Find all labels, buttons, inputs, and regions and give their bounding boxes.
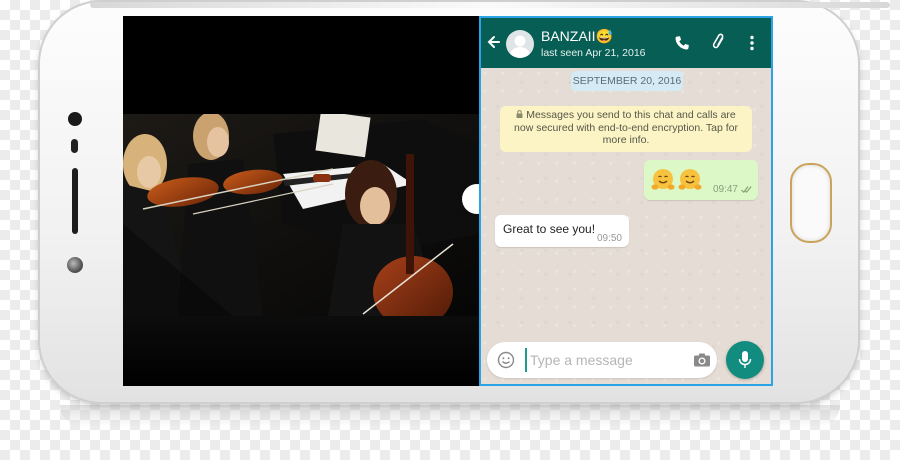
compose-bar — [487, 342, 717, 378]
date-divider: SEPTEMBER 20, 2016 — [571, 71, 683, 91]
phone-screen: BANZAII😅 last seen Apr 21, 2016 SEPTEMBE… — [123, 16, 773, 386]
paperclip-icon[interactable] — [711, 33, 729, 51]
double-check-icon — [741, 186, 752, 194]
smiley-icon[interactable] — [497, 351, 515, 369]
back-arrow-icon[interactable] — [487, 32, 501, 52]
earpiece-speaker — [72, 168, 78, 234]
phone-top-edge — [90, 2, 890, 8]
message-input[interactable] — [525, 348, 675, 372]
encryption-notice[interactable]: Messages you send to this chat and calls… — [500, 106, 752, 152]
camera-flash — [67, 257, 83, 273]
more-vert-icon[interactable] — [749, 35, 755, 51]
camera-icon[interactable] — [693, 352, 711, 368]
video-thumbnail[interactable] — [123, 114, 479, 316]
lock-icon — [516, 110, 523, 118]
message-time: 09:47 — [712, 184, 738, 195]
incoming-message[interactable]: Great to see you! 09:50 — [495, 215, 629, 247]
chat-panel: BANZAII😅 last seen Apr 21, 2016 SEPTEMBE… — [479, 16, 773, 386]
message-text: Great to see you! — [503, 222, 596, 236]
video-letterbox-bottom — [123, 316, 479, 386]
message-time: 09:50 — [596, 233, 622, 244]
phone-reflection — [60, 405, 840, 427]
mic-button[interactable] — [726, 341, 764, 379]
hugging-face-emoji — [651, 169, 675, 190]
musicians-photo — [123, 114, 479, 316]
hugging-face-emoji — [678, 169, 702, 190]
home-button[interactable] — [790, 163, 832, 243]
front-camera — [68, 112, 82, 126]
default-avatar-icon — [510, 35, 530, 58]
phone-icon[interactable] — [674, 35, 690, 51]
mic-icon — [738, 351, 752, 368]
outgoing-message[interactable]: 09:47 — [644, 160, 758, 200]
last-seen-status: last seen Apr 21, 2016 — [541, 47, 646, 59]
video-panel — [123, 16, 479, 386]
encryption-notice-text: Messages you send to this chat and calls… — [514, 109, 738, 146]
contact-name[interactable]: BANZAII😅 — [541, 28, 613, 45]
contact-avatar[interactable] — [506, 30, 534, 58]
chat-header: BANZAII😅 last seen Apr 21, 2016 — [481, 18, 771, 68]
proximity-sensor — [71, 139, 78, 153]
